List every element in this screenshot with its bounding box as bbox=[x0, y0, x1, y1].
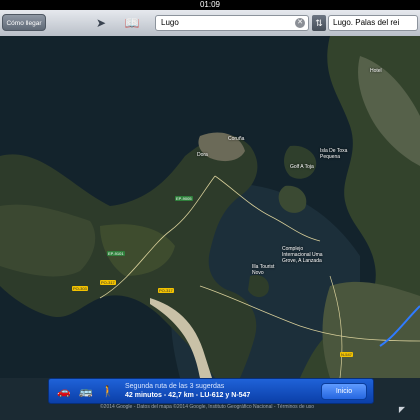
map-label-golf: Golf A Toja bbox=[290, 164, 314, 170]
road-badge-n547: N-547 bbox=[340, 352, 353, 357]
location-arrow-icon[interactable]: ➤ bbox=[93, 15, 109, 31]
map-label-north: Hotel bbox=[370, 68, 382, 74]
bus-icon[interactable]: 🚌 bbox=[77, 384, 95, 400]
toolbar: Cómo llegar ➤ 📖 Lugo ✕ ⇅ Lugo. Palas del… bbox=[0, 10, 420, 37]
destination-input[interactable]: Lugo. Palas del rei bbox=[328, 15, 418, 31]
route-summary-details: 42 minutos - 42,7 km - LU-612 y N-547 bbox=[125, 392, 251, 399]
destination-input-value: Lugo. Palas del rei bbox=[333, 18, 400, 27]
car-icon[interactable]: 🚗 bbox=[55, 384, 73, 400]
search-input-value: Lugo bbox=[161, 18, 179, 27]
route-panel: 🚗 🚌 🚶 Segunda ruta de las 3 sugerdas 42 … bbox=[48, 378, 374, 404]
page-curl-icon[interactable]: ◤ bbox=[397, 405, 407, 415]
status-time: 01:09 bbox=[199, 0, 221, 9]
clear-icon[interactable]: ✕ bbox=[295, 18, 305, 28]
status-bar: 01:09 bbox=[0, 0, 420, 10]
map-label-complejo: Complejo Internacional Uma Grove, A Lanzad… bbox=[282, 246, 323, 264]
map-satellite-view[interactable]: Coruña Dora Golf A Toja Isla De Toxa Pequ… bbox=[0, 36, 420, 378]
route-summary-title: Segunda ruta de las 3 sugerdas bbox=[125, 383, 225, 390]
swap-route-button[interactable]: ⇅ bbox=[312, 15, 326, 31]
map-label-coruna: Coruña bbox=[228, 136, 245, 142]
search-input[interactable]: Lugo ✕ bbox=[155, 15, 309, 31]
start-button[interactable]: Inicio bbox=[321, 383, 367, 400]
map-copyright: ©2014 Google - Datos del mapa ©2014 Goog… bbox=[100, 404, 315, 410]
road-badge-po317-a: PO-317 bbox=[100, 280, 116, 285]
directions-button[interactable]: Cómo llegar bbox=[2, 14, 46, 31]
road-badge-po303: PO-303 bbox=[72, 286, 88, 291]
map-imagery bbox=[0, 36, 420, 378]
bookmarks-icon[interactable]: 📖 bbox=[124, 15, 140, 31]
road-badge-ep9101: EP-9101 bbox=[107, 251, 125, 256]
map-label-isla-tourist: Illa Tourist Novo bbox=[252, 264, 275, 276]
walk-icon[interactable]: 🚶 bbox=[99, 384, 117, 400]
road-badge-ep9005: EP-9005 bbox=[175, 196, 193, 201]
road-badge-po317-b: PO-317 bbox=[158, 288, 174, 293]
map-label-isla: Isla De Toxa Pequena bbox=[320, 148, 348, 160]
map-label-dora: Dora bbox=[197, 152, 208, 158]
